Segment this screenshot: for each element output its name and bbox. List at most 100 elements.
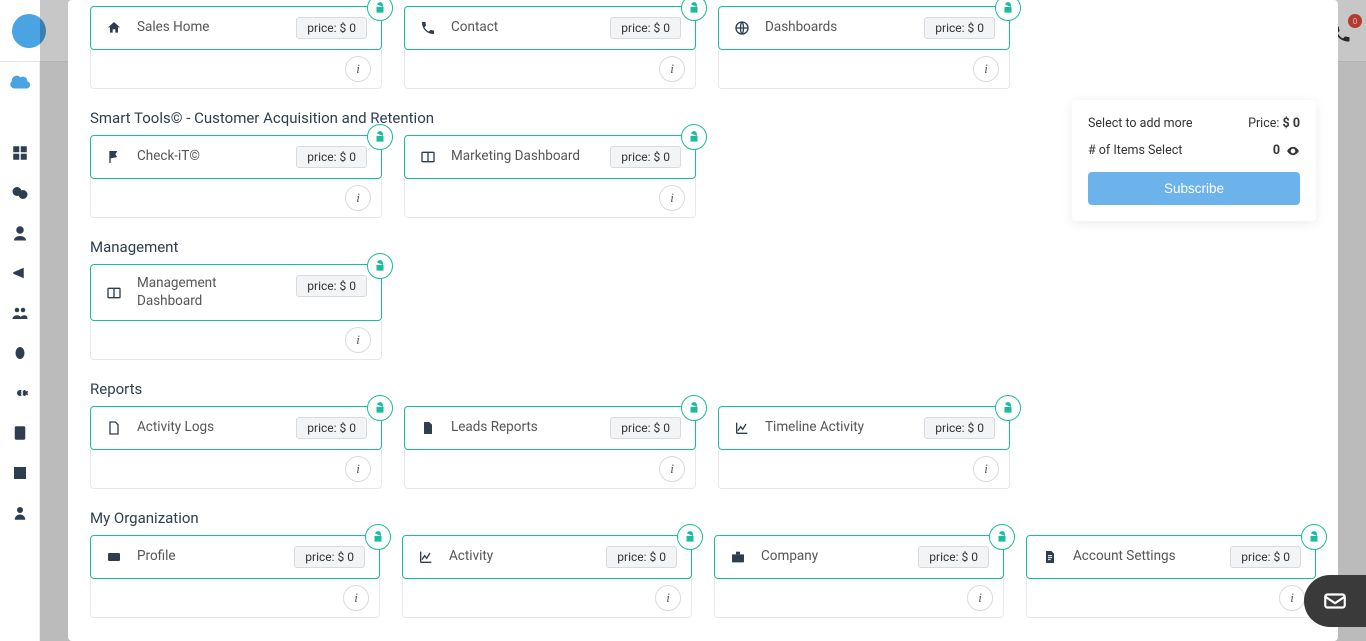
card-footer: i [714,579,1004,618]
price-badge: price: $ 0 [610,146,681,168]
eye-icon[interactable] [1286,143,1300,158]
card-row: Activity Logsprice: $ 0iLeads Reportspri… [90,406,1316,489]
card-selectable[interactable]: Account Settingsprice: $ 0 [1026,535,1316,579]
gear-icon[interactable] [9,382,31,404]
info-button[interactable]: i [1279,585,1305,611]
card-selectable[interactable]: Check-iT©price: $ 0 [90,135,382,179]
price-badge: price: $ 0 [296,275,367,297]
file-solid-icon [419,419,437,437]
card-footer: i [718,50,1010,89]
card-title: Timeline Activity [765,419,910,437]
brand-icon[interactable] [9,72,31,94]
feature-card: Sales Homeprice: $ 0 i [90,6,382,89]
feature-card: Contactprice: $ 0 i [404,6,696,89]
feature-card: Activityprice: $ 0 i [402,535,692,618]
mail-fab[interactable] [1304,575,1366,627]
chart-icon [417,548,435,566]
unlock-icon [677,524,703,550]
feature-card: Companyprice: $ 0 i [714,535,1004,618]
price-badge: price: $ 0 [1230,546,1301,568]
info-button[interactable]: i [345,56,371,82]
mail-icon [1322,588,1348,614]
unlock-icon [367,253,393,279]
summary-panel: Select to add more Price: $ 0 # of Items… [1072,100,1316,221]
card-row: Profileprice: $ 0iActivityprice: $ 0iCom… [90,535,1316,618]
card-footer: i [718,450,1010,489]
card-footer: i [404,179,696,218]
flag-icon [105,148,123,166]
card-footer: i [90,179,382,218]
card-selectable[interactable]: Activityprice: $ 0 [402,535,692,579]
unlock-icon [365,524,391,550]
feature-card: Account Settingsprice: $ 0 i [1026,535,1316,618]
info-button[interactable]: i [345,327,371,353]
card-footer: i [90,50,382,89]
feature-card: Activity Logs price: $ 0 i [90,406,382,489]
card-selectable[interactable]: Management Dashboardprice: $ 0 [90,264,382,321]
people-icon[interactable] [9,302,31,324]
price-badge: price: $ 0 [610,417,681,439]
card-selectable[interactable]: Activity Logs price: $ 0 [90,406,382,450]
info-button[interactable]: i [343,585,369,611]
chart-icon [733,419,751,437]
price-badge: price: $ 0 [918,546,989,568]
card-selectable[interactable]: Companyprice: $ 0 [714,535,1004,579]
card-selectable[interactable]: Marketing Dashboardprice: $ 0 [404,135,696,179]
user-icon[interactable] [9,222,31,244]
section-title: My Organization [90,509,1316,527]
summary-items-value: 0 [1273,143,1280,158]
unlock-icon [995,0,1021,21]
card-title: Dashboards [765,19,910,37]
card-footer: i [402,579,692,618]
info-button[interactable]: i [345,456,371,482]
card-footer: i [404,450,696,489]
price-badge: price: $ 0 [296,17,367,39]
card-selectable[interactable]: Sales Homeprice: $ 0 [90,6,382,50]
price-badge: price: $ 0 [296,417,367,439]
card-selectable[interactable]: Contactprice: $ 0 [404,6,696,50]
card-selectable[interactable]: Leads Reportsprice: $ 0 [404,406,696,450]
unlock-icon [989,524,1015,550]
info-button[interactable]: i [973,56,999,82]
unlock-icon [367,124,393,150]
megaphone-icon[interactable] [9,262,31,284]
info-button[interactable]: i [659,456,685,482]
info-button[interactable]: i [659,56,685,82]
unlock-icon [681,395,707,421]
unlock-icon [1301,524,1327,550]
summary-items-label: # of Items Select [1088,143,1182,158]
price-badge: price: $ 0 [294,546,365,568]
phone-icon [419,19,437,37]
info-button[interactable]: i [973,456,999,482]
info-button[interactable]: i [967,585,993,611]
info-button[interactable]: i [659,185,685,211]
price-badge: price: $ 0 [924,17,995,39]
card-footer: i [90,321,382,360]
info-button[interactable]: i [655,585,681,611]
feature-card: Check-iT©price: $ 0 i [90,135,382,218]
person-icon[interactable] [9,502,31,524]
unlock-icon [995,395,1021,421]
subscription-modal: Sales Homeprice: $ 0iContactprice: $ 0iD… [68,0,1338,641]
building-icon[interactable] [9,462,31,484]
subscribe-button[interactable]: Subscribe [1088,172,1300,205]
price-badge: price: $ 0 [610,17,681,39]
card-selectable[interactable]: Timeline Activity price: $ 0 [718,406,1010,450]
feature-card: Profile price: $ 0 i [90,535,380,618]
card-footer: i [1026,579,1316,618]
info-button[interactable]: i [345,185,371,211]
card-title: Profile [137,548,280,566]
clipboard-icon[interactable] [9,422,31,444]
modal-overlay: Sales Homeprice: $ 0iContactprice: $ 0iD… [40,0,1366,641]
dashboard-icon[interactable] [9,142,31,164]
bug-icon[interactable] [9,342,31,364]
left-sidebar [0,62,40,641]
home-icon [105,19,123,37]
card-selectable[interactable]: Profile price: $ 0 [90,535,380,579]
chat-icon[interactable] [9,182,31,204]
summary-price-value: $ 0 [1283,116,1300,131]
card-selectable[interactable]: Dashboards price: $ 0 [718,6,1010,50]
price-badge: price: $ 0 [924,417,995,439]
feature-card: Leads Reportsprice: $ 0 i [404,406,696,489]
card-title: Activity Logs [137,419,282,437]
